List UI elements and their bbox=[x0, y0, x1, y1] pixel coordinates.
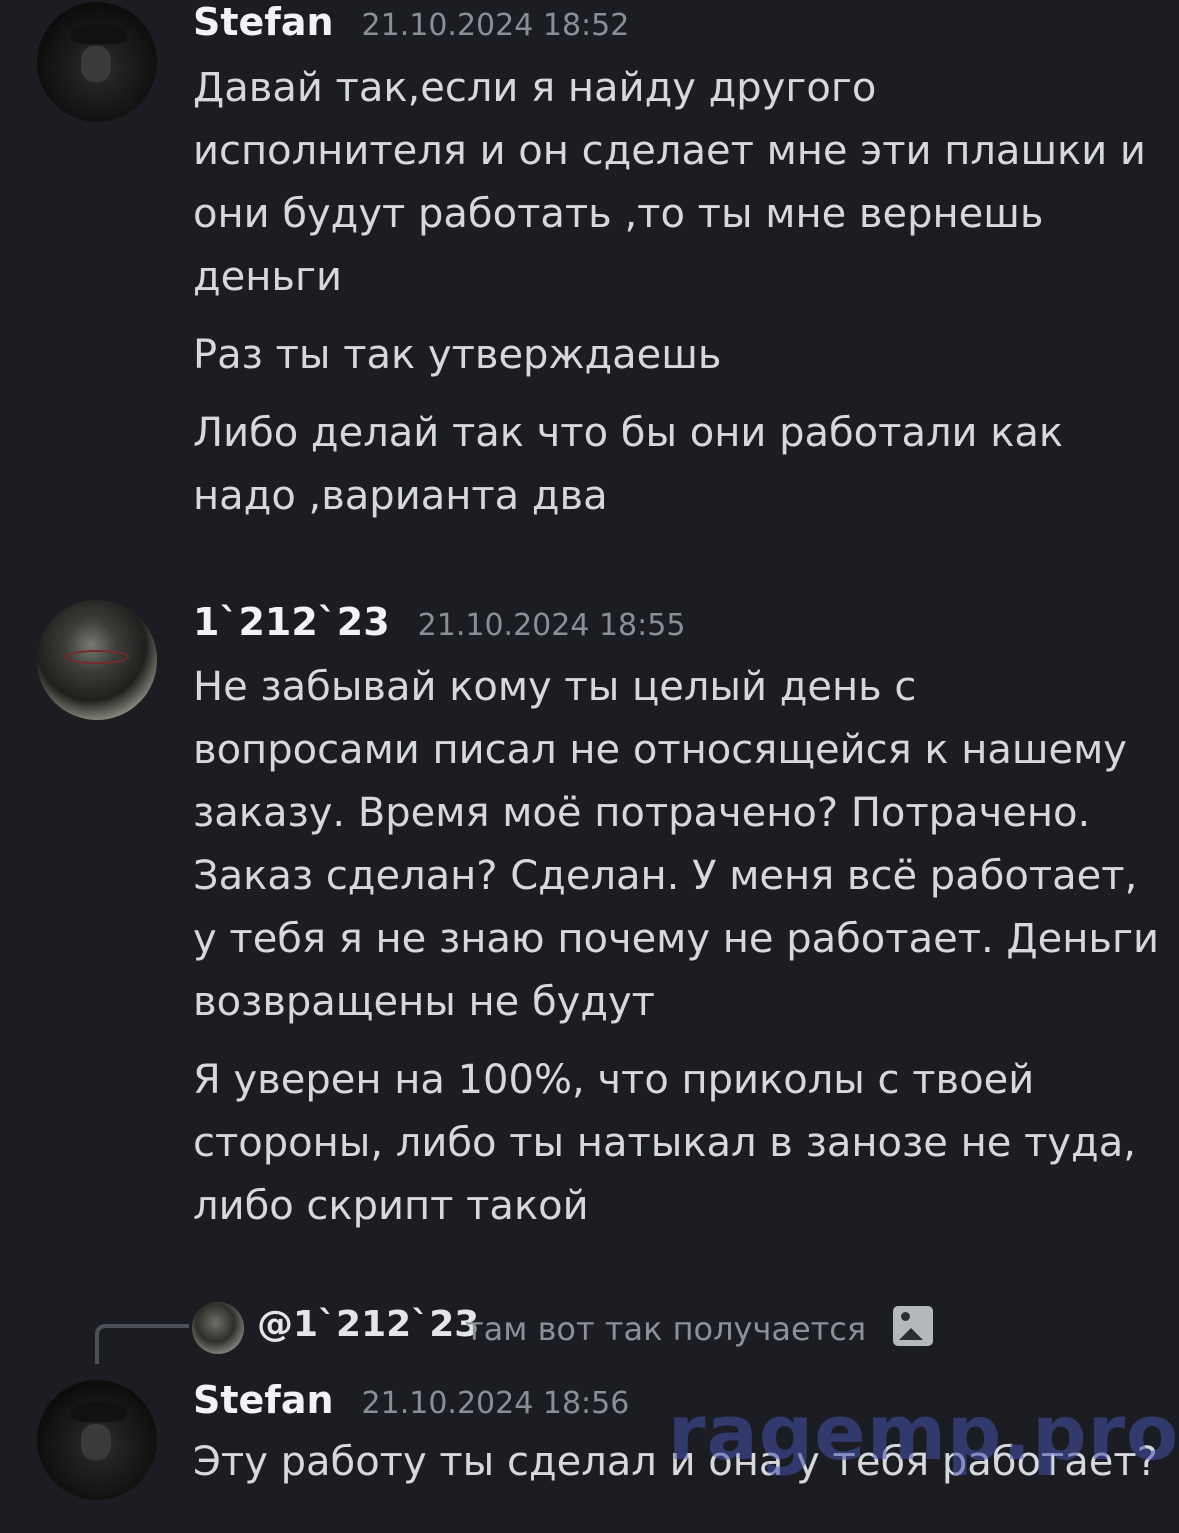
text-line: вопросами писал не относящейся к нашему bbox=[193, 727, 1127, 773]
avatar[interactable] bbox=[37, 1380, 157, 1500]
message-content: Давай так,если я найду другого исполните… bbox=[193, 57, 1153, 528]
message-header: Stefan 21.10.2024 18:52 bbox=[193, 0, 629, 44]
text-line: Заказ сделан? Сделан. У меня всё работае… bbox=[193, 853, 1138, 899]
image-icon bbox=[893, 1306, 933, 1346]
text-line: либо скрипт такой bbox=[193, 1183, 589, 1229]
text-line: Не забывай кому ты целый день с bbox=[193, 664, 917, 710]
text-line: Давай так,если я найду другого bbox=[193, 65, 877, 111]
reply-mention[interactable]: @1`212`23 bbox=[257, 1304, 479, 1345]
timestamp: 21.10.2024 18:52 bbox=[361, 8, 630, 43]
paragraph: Я уверен на 100%, что приколы с твоей ст… bbox=[193, 1049, 1153, 1238]
message-header: Stefan 21.10.2024 18:56 bbox=[193, 1378, 629, 1422]
text-line: деньги bbox=[193, 254, 343, 300]
text-line: Либо делай так что бы они работали как bbox=[193, 410, 1064, 456]
text-line: они будут работать ,то ты мне вернешь bbox=[193, 191, 1044, 237]
text-line: исполнителя и он сделает мне эти плашки … bbox=[193, 128, 1146, 174]
text-line: Я уверен на 100%, что приколы с твоей bbox=[193, 1057, 1035, 1103]
text-line: у тебя я не знаю почему не работает. Ден… bbox=[193, 916, 1160, 962]
paragraph: Не забывай кому ты целый день с вопросам… bbox=[193, 656, 1160, 1034]
timestamp: 21.10.2024 18:56 bbox=[361, 1386, 630, 1421]
avatar[interactable] bbox=[37, 2, 157, 122]
message-header: 1`212`23 21.10.2024 18:55 bbox=[193, 600, 685, 644]
reply-avatar bbox=[192, 1302, 244, 1354]
timestamp: 21.10.2024 18:55 bbox=[417, 608, 686, 643]
text-line: Раз ты так утверждаешь bbox=[193, 332, 722, 378]
paragraph: Давай так,если я найду другого исполните… bbox=[193, 57, 1153, 309]
reply-reference[interactable]: @1`212`23 там вот так получается bbox=[95, 1300, 1095, 1364]
paragraph: Раз ты так утверждаешь bbox=[193, 324, 1153, 387]
reply-preview-text[interactable]: там вот так получается bbox=[465, 1310, 866, 1348]
text-line: надо ,варианта два bbox=[193, 473, 608, 519]
author-name[interactable]: 1`212`23 bbox=[193, 600, 390, 644]
text-line: возвращены не будут bbox=[193, 979, 655, 1025]
author-name[interactable]: Stefan bbox=[193, 1378, 334, 1422]
reply-spine bbox=[95, 1324, 189, 1364]
watermark: ragemp.pro bbox=[668, 1388, 1179, 1477]
message-content: Не забывай кому ты целый день с вопросам… bbox=[193, 656, 1160, 1238]
avatar[interactable] bbox=[37, 600, 157, 720]
text-line: заказу. Время моё потрачено? Потрачено. bbox=[193, 790, 1091, 836]
author-name[interactable]: Stefan bbox=[193, 0, 334, 44]
paragraph: Либо делай так что бы они работали как н… bbox=[193, 402, 1153, 528]
text-line: стороны, либо ты натыкал в занозе не туд… bbox=[193, 1120, 1136, 1166]
